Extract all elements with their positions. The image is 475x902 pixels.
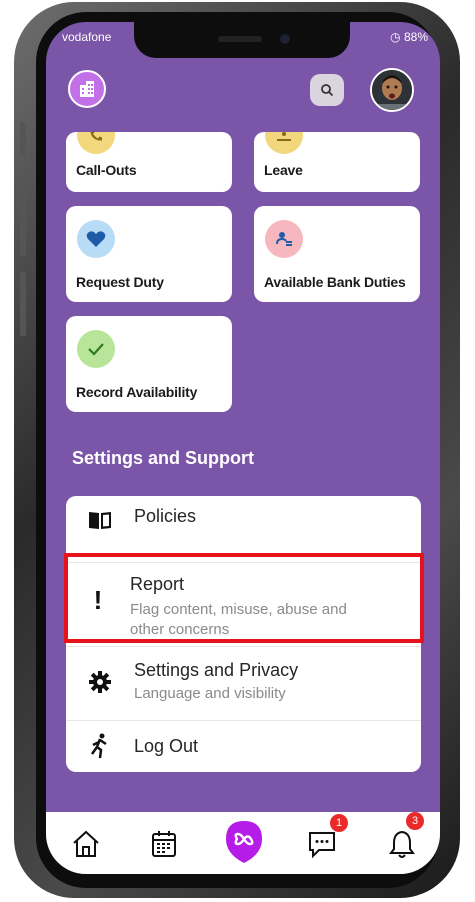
- menu-item-title: Log Out: [134, 736, 199, 756]
- card-request-duty[interactable]: Request Duty: [66, 206, 232, 302]
- camera: [280, 34, 290, 44]
- card-label: Available Bank Duties: [264, 274, 406, 290]
- section-title: Settings and Support: [72, 448, 254, 468]
- card-label: Record Availability: [76, 384, 198, 400]
- card-available-bank-duties[interactable]: Available Bank Duties: [254, 206, 420, 302]
- tab-notifications[interactable]: 3: [382, 812, 424, 864]
- home-icon: [73, 830, 99, 857]
- speaker: [218, 36, 262, 42]
- battery-label: ◷ 88%: [390, 30, 428, 44]
- mute-switch: [20, 122, 26, 156]
- menu-item-title: Report: [130, 574, 185, 594]
- exclamation-icon: !: [93, 584, 103, 615]
- menu-item-settings-privacy[interactable]: Settings and Privacy Language and visibi…: [66, 646, 421, 718]
- messages-badge: 1: [330, 814, 348, 832]
- people-icon: [265, 220, 303, 258]
- check-icon: [77, 330, 115, 368]
- volume-up-button: [20, 192, 26, 256]
- phone-icon: [77, 132, 115, 154]
- card-label: Request Duty: [76, 274, 164, 290]
- building-icon[interactable]: [68, 70, 106, 108]
- notifications-badge: 3: [406, 812, 424, 830]
- card-call-outs[interactable]: Call-Outs: [66, 132, 232, 192]
- calendar-icon: [152, 831, 176, 857]
- volume-down-button: [20, 272, 26, 336]
- tab-app-home[interactable]: [222, 818, 266, 866]
- app-screen: vodafone ◷ 88% Call-Outs Leave Request D…: [46, 22, 440, 874]
- menu-item-subtitle: other concerns: [130, 621, 230, 638]
- menu-item-subtitle: Flag content, misuse, abuse and: [130, 601, 347, 618]
- tab-calendar[interactable]: [144, 824, 184, 864]
- bottom-tab-bar: 1 3: [46, 812, 440, 874]
- gear-icon: [86, 668, 114, 696]
- card-label: Call-Outs: [76, 162, 137, 178]
- avatar[interactable]: [370, 68, 414, 112]
- book-icon: [86, 506, 114, 534]
- tab-home[interactable]: [66, 824, 106, 864]
- settings-menu: Policies ! Report Flag content, misuse, …: [66, 496, 421, 772]
- running-person-icon: [86, 732, 114, 760]
- menu-item-policies[interactable]: Policies: [66, 496, 421, 552]
- card-leave[interactable]: Leave: [254, 132, 420, 192]
- menu-item-log-out[interactable]: Log Out: [66, 720, 421, 772]
- chat-icon: [309, 832, 335, 859]
- card-label: Leave: [264, 162, 303, 178]
- search-icon: [321, 84, 334, 97]
- menu-item-report[interactable]: ! Report Flag content, misuse, abuse and…: [66, 562, 421, 646]
- menu-item-title: Policies: [134, 506, 197, 526]
- beach-icon: [265, 132, 303, 154]
- bell-icon: [389, 830, 415, 858]
- alarm-icon: ◷: [390, 30, 401, 44]
- app-infinity-icon: [226, 821, 262, 863]
- battery-percent: 88%: [403, 30, 428, 44]
- card-record-availability[interactable]: Record Availability: [66, 316, 232, 412]
- search-button[interactable]: [310, 74, 344, 106]
- notch: [134, 22, 350, 58]
- heart-icon: [77, 220, 115, 258]
- menu-item-title: Settings and Privacy: [134, 660, 299, 680]
- tab-messages[interactable]: 1: [302, 814, 348, 864]
- carrier-label: vodafone: [62, 30, 112, 44]
- menu-item-subtitle: Language and visibility: [134, 685, 286, 702]
